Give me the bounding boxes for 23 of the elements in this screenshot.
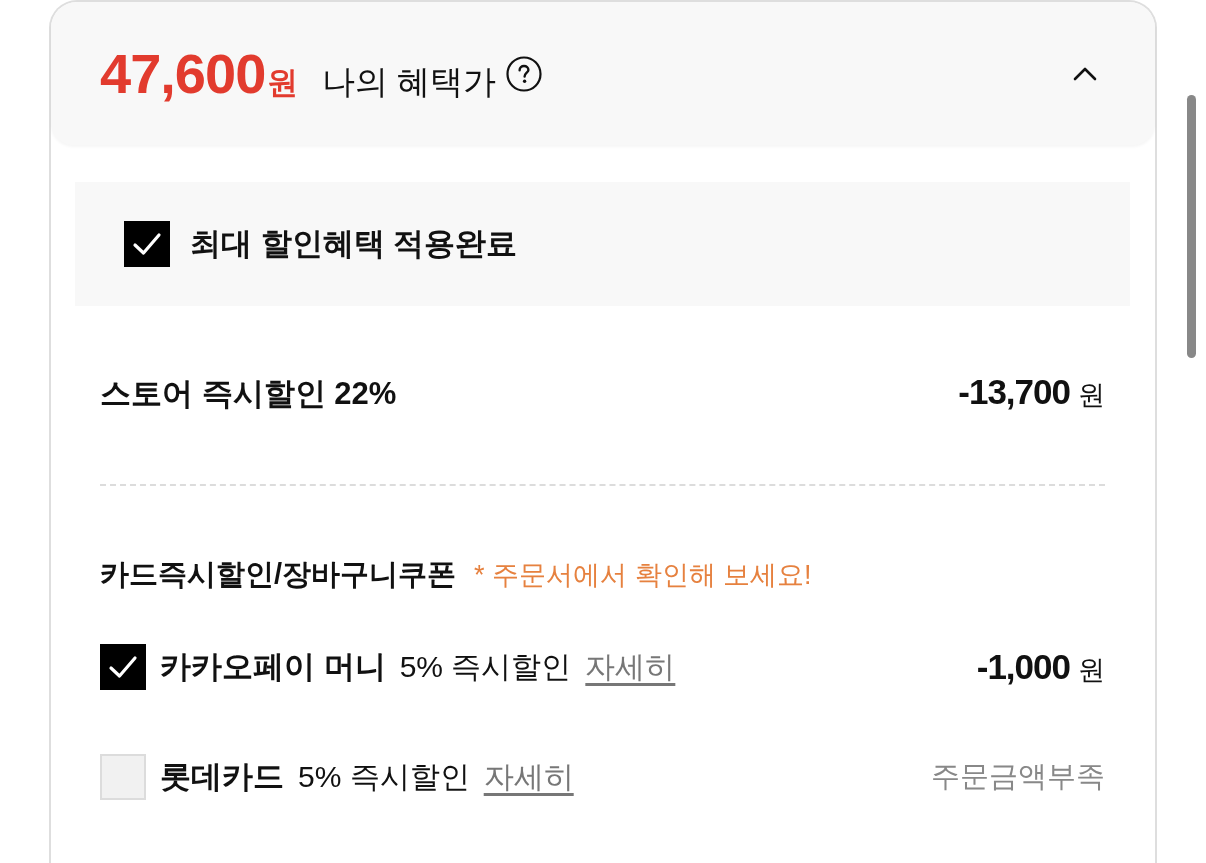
card-name: 롯데카드 <box>160 758 284 796</box>
price-currency: 원 <box>267 65 299 100</box>
discount-offer: 5% 즉시할인 <box>298 759 470 796</box>
currency-label: 원 <box>1078 379 1105 412</box>
benefit-price: 47,600 <box>100 42 266 105</box>
discount-label: 스토어 즉시할인 22% <box>100 375 397 413</box>
section-title: 카드즉시할인/장바구니쿠폰 <box>100 557 457 592</box>
checkbox-label: 최대 할인혜택 적용완료 <box>190 225 518 263</box>
checkbox[interactable] <box>124 221 170 267</box>
notice-text: * 주문서에서 확인해 보세요! <box>474 559 812 592</box>
details-link[interactable]: 자세히 <box>585 649 676 686</box>
currency-label: 원 <box>1078 653 1105 687</box>
price-label: 나의 혜택가 <box>322 61 497 102</box>
status-text: 주문금액부족 <box>931 759 1105 795</box>
discount-offer: 5% 즉시할인 <box>399 649 572 686</box>
help-icon[interactable] <box>506 55 543 92</box>
discount-amount: -13,700 <box>958 371 1070 413</box>
chevron-up-icon[interactable] <box>1073 66 1097 81</box>
discount-amount: -1,000 <box>976 645 1070 688</box>
checkbox[interactable] <box>100 643 146 690</box>
card-name: 카카오페이 머니 <box>160 648 386 686</box>
details-link[interactable]: 자세히 <box>483 759 574 796</box>
checkbox[interactable] <box>100 753 146 800</box>
